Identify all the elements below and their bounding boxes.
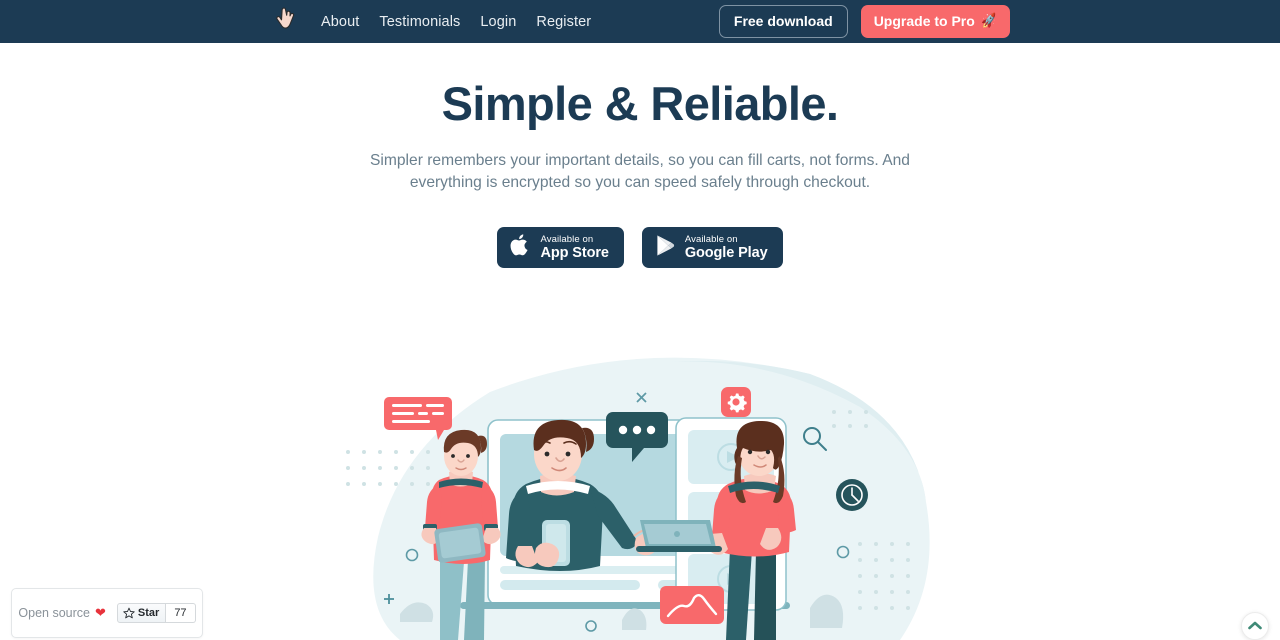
team-collaboration-illustration	[340, 352, 940, 640]
github-star-main[interactable]: Star	[116, 603, 167, 623]
page-title: Simple & Reliable.	[441, 77, 839, 130]
gear-icon	[727, 393, 747, 413]
chat-dot-2	[632, 425, 642, 435]
star-icon	[123, 607, 135, 619]
pointing-hand-icon[interactable]	[272, 3, 300, 35]
apple-icon	[510, 233, 530, 262]
google-play-available-label: Available on	[684, 233, 738, 245]
upgrade-to-pro-label: Upgrade to Pro	[873, 13, 975, 29]
rocket-icon: 🚀	[979, 11, 998, 30]
app-store-name-label: App Store	[540, 245, 609, 261]
google-play-badge[interactable]: Available on Google Play	[641, 227, 783, 268]
nav-actions: Free download Upgrade to Pro 🚀	[718, 0, 1010, 43]
chat-dot-1	[618, 425, 628, 435]
nav-link-register[interactable]: Register	[536, 14, 591, 30]
store-badges-row: Available on App Store Available on Goog…	[0, 227, 1280, 268]
pointing-hand-glyph	[276, 7, 295, 29]
nav-link-testimonials[interactable]: Testimonials	[379, 14, 460, 30]
hero-subtitle: Simpler remembers your important details…	[370, 152, 910, 191]
app-store-available-label: Available on	[540, 233, 594, 245]
chat-dot-3	[646, 425, 656, 435]
github-star-count[interactable]: 77	[166, 603, 196, 623]
google-play-name-label: Google Play	[684, 245, 768, 261]
browser-line-2	[500, 580, 640, 590]
heart-icon: ❤	[95, 605, 106, 620]
upgrade-to-pro-button[interactable]: Upgrade to Pro 🚀	[860, 5, 1010, 38]
nav-link-about[interactable]: About	[321, 14, 359, 30]
github-star-label: Star	[137, 607, 160, 619]
nav-links: About Testimonials Login Register	[321, 0, 591, 43]
open-source-widget: Open source ❤ Star 77	[11, 588, 203, 638]
open-source-text: Open source	[18, 606, 90, 620]
illustration-canvas	[346, 357, 930, 640]
chart-card	[660, 586, 724, 624]
free-download-button[interactable]: Free download	[718, 5, 848, 38]
scroll-to-top-button[interactable]	[1241, 612, 1269, 640]
chevron-up-icon	[1248, 621, 1262, 630]
top-navbar: About Testimonials Login Register Free d…	[0, 0, 1280, 43]
hero-section: Simple & Reliable. Simpler remembers you…	[0, 43, 1280, 268]
open-source-label: Open source ❤	[18, 605, 105, 621]
nav-link-login[interactable]: Login	[480, 14, 516, 30]
google-play-icon	[655, 234, 675, 262]
app-store-badge[interactable]: Available on App Store	[497, 227, 624, 268]
github-star-button[interactable]: Star 77	[116, 603, 196, 623]
